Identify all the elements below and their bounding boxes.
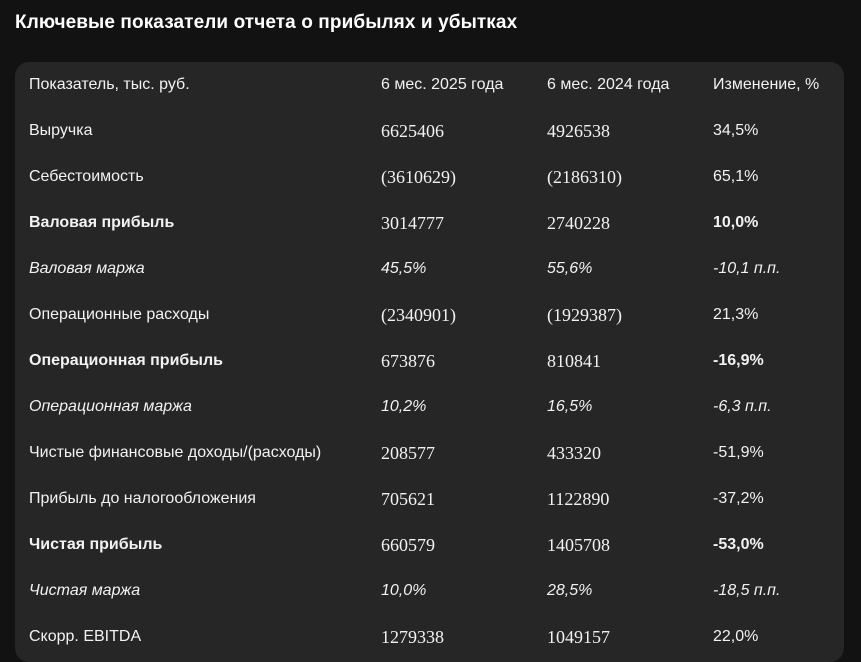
row-label: Валовая прибыль [29, 214, 175, 231]
table-row: Валовая маржа 45,5% 55,6% -10,1 п.п. [15, 246, 844, 292]
value-change: -16,9% [713, 352, 764, 369]
row-label: Операционная прибыль [29, 352, 223, 369]
value-2024: 16,5% [547, 398, 593, 415]
value-2025: 208577 [381, 443, 435, 463]
value-change: 65,1% [713, 168, 759, 185]
table-row: Выручка 6625406 4926538 34,5% [15, 108, 844, 154]
row-label: Операционная маржа [29, 398, 192, 415]
table-row: Чистая прибыль 660579 1405708 -53,0% [15, 522, 844, 568]
value-2024: (2186310) [547, 167, 622, 187]
value-2024: 1122890 [547, 489, 610, 509]
table-row: Прибыль до налогообложения 705621 1122890 -… [15, 476, 844, 522]
pl-table: Показатель, тыс. руб. 6 мес. 2025 года 6… [15, 62, 844, 662]
value-2024: 433320 [547, 443, 601, 463]
value-change: -51,9% [713, 444, 764, 461]
value-change: 22,0% [713, 628, 759, 645]
row-label: Валовая маржа [29, 260, 145, 277]
header-2024: 6 мес. 2024 года [547, 76, 670, 93]
value-2024: 2740228 [547, 213, 610, 233]
row-label: Выручка [29, 122, 93, 139]
table-row: Чистые финансовые доходы/(расходы) 208577… [15, 430, 844, 476]
header-change: Изменение, % [713, 76, 820, 93]
value-2024: 1049157 [547, 627, 610, 647]
row-label: Чистая прибыль [29, 536, 163, 553]
value-2025: 45,5% [381, 260, 427, 277]
value-change: -37,2% [713, 490, 764, 507]
value-2025: 673876 [381, 351, 435, 371]
value-2024: 55,6% [547, 260, 593, 277]
table-row: Операционная маржа 10,2% 16,5% -6,3 п.п. [15, 384, 844, 430]
value-2024: 4926538 [547, 121, 610, 141]
value-2024: 810841 [547, 351, 601, 371]
page-title: Ключевые показатели отчета о прибылях и … [15, 12, 518, 33]
table-row: Валовая прибыль 3014777 2740228 10,0% [15, 200, 844, 246]
value-2025: 660579 [381, 535, 435, 555]
row-label: Чистая маржа [29, 582, 141, 599]
row-label: Прибыль до налогообложения [29, 490, 256, 507]
table-row: Себестоимость (3610629) (2186310) 65,1% [15, 154, 844, 200]
value-change: -10,1 п.п. [713, 260, 781, 277]
value-2024: 1405708 [547, 535, 610, 555]
value-2024: 28,5% [547, 582, 593, 599]
value-2025: 1279338 [381, 627, 444, 647]
value-2024: (1929387) [547, 305, 622, 325]
value-2025: 3014777 [381, 213, 444, 233]
row-label: Скорр. EBITDA [29, 628, 142, 645]
value-2025: 10,2% [381, 398, 427, 415]
value-change: 21,3% [713, 306, 759, 323]
header-indicator: Показатель, тыс. руб. [29, 76, 190, 93]
value-2025: (2340901) [381, 305, 456, 325]
table-row: Операционная прибыль 673876 810841 -16,9% [15, 338, 844, 384]
value-change: 10,0% [713, 214, 759, 231]
header-2025: 6 мес. 2025 года [381, 76, 504, 93]
table-row: Скорр. EBITDA 1279338 1049157 22,0% [15, 614, 844, 660]
value-change: -53,0% [713, 536, 764, 553]
table-row: Чистая маржа 10,0% 28,5% -18,5 п.п. [15, 568, 844, 614]
value-change: 34,5% [713, 122, 759, 139]
value-change: -18,5 п.п. [713, 582, 781, 599]
table-row: Операционные расходы (2340901) (1929387) 21… [15, 292, 844, 338]
value-2025: 705621 [381, 489, 435, 509]
row-label: Операционные расходы [29, 306, 210, 323]
value-2025: 6625406 [381, 121, 444, 141]
value-2025: 10,0% [381, 582, 427, 599]
row-label: Себестоимость [29, 168, 144, 185]
value-2025: (3610629) [381, 167, 456, 187]
row-label: Чистые финансовые доходы/(расходы) [29, 444, 322, 461]
value-change: -6,3 п.п. [713, 398, 772, 415]
table-header: Показатель, тыс. руб. 6 мес. 2025 года 6… [15, 62, 844, 108]
